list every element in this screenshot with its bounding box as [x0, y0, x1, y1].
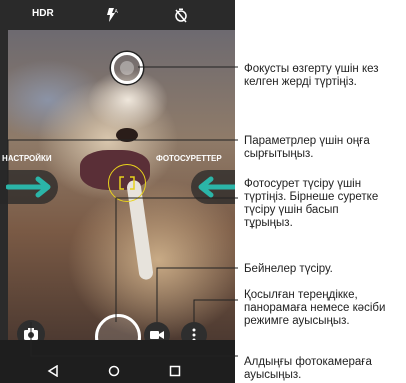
video-callout: Бейнелер түсіру. [244, 263, 333, 275]
photo-callout: Фотосурет түсіру үшін түртіңіз. Бірнеше … [244, 178, 379, 229]
modes-callout: Қосылған тереңдікке, панорамаға немесе к… [244, 289, 386, 327]
focus-callout: Фокусты өзгерту үшін кез келген жерді тү… [244, 63, 379, 88]
front-camera-callout: Алдыңғы фотокамераға ауысыңыз. [244, 356, 372, 381]
settings-callout: Параметрлер үшін оңға сырғытыңыз. [244, 135, 370, 160]
